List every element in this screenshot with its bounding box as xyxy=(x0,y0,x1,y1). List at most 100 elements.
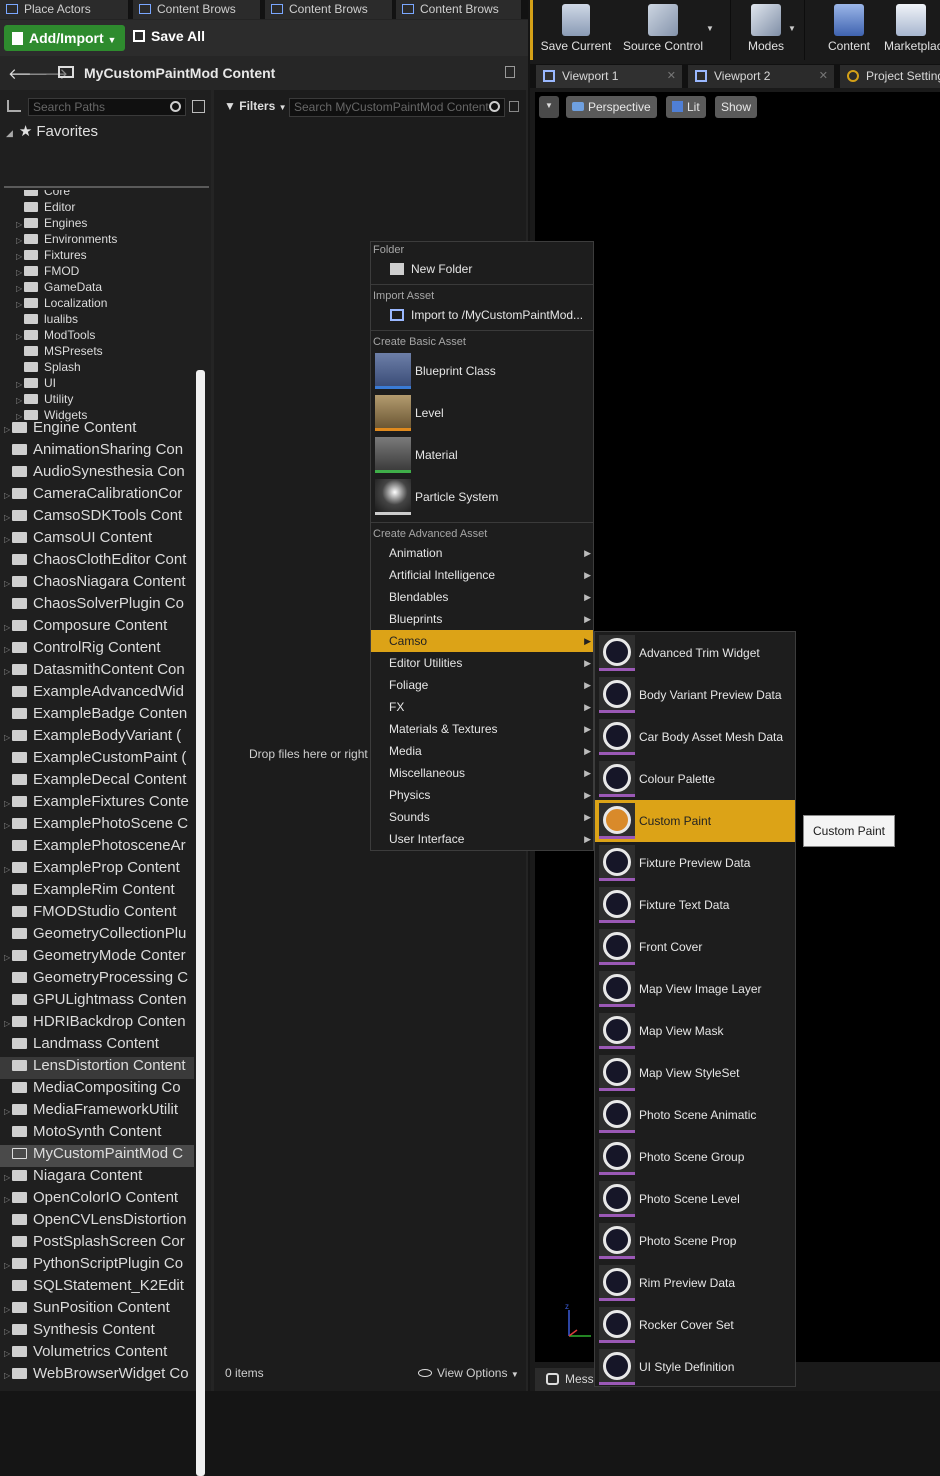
tab-viewport-1[interactable]: Viewport 1 ✕ xyxy=(536,65,682,88)
folder-item[interactable]: ▷ GeometryMode Conter xyxy=(0,947,194,969)
submenu-item-ui-style-definition[interactable]: UI Style Definition xyxy=(595,1346,795,1388)
lit-button[interactable]: Lit xyxy=(666,96,706,118)
folder-item[interactable]: ExampleDecal Content xyxy=(0,771,194,793)
folder-item[interactable]: ExampleBadge Conten xyxy=(0,705,194,727)
submenu-item-map-view-styleset[interactable]: Map View StyleSet xyxy=(595,1052,795,1094)
submenu-item-map-view-image-layer[interactable]: Map View Image Layer xyxy=(595,968,795,1010)
folder-item[interactable]: ▷ OpenColorIO Content xyxy=(0,1189,194,1211)
expand-arrow-icon[interactable]: ▷ xyxy=(16,268,24,277)
folder-item[interactable]: OpenCVLensDistortion xyxy=(0,1211,194,1233)
folder-item[interactable]: ▷ CameraCalibrationCor xyxy=(0,485,194,507)
expand-arrow-icon[interactable]: ▷ xyxy=(4,1107,12,1116)
submenu-item-rocker-cover-set[interactable]: Rocker Cover Set xyxy=(595,1304,795,1346)
folder-item[interactable]: ▷ ExampleProp Content xyxy=(0,859,194,881)
expand-arrow-icon[interactable]: ▷ xyxy=(4,1371,12,1380)
menu-item-user-interface[interactable]: User Interface ▶ xyxy=(371,828,593,850)
folder-item[interactable]: Landmass Content xyxy=(0,1035,194,1057)
expand-arrow-icon[interactable]: ▷ xyxy=(4,1305,12,1314)
folder-item[interactable]: ▷ ControlRig Content xyxy=(0,639,194,661)
folder-item[interactable]: ▷ ExampleBodyVariant ( xyxy=(0,727,194,749)
expand-arrow-icon[interactable]: ▷ xyxy=(4,1019,12,1028)
menu-item-import[interactable]: Import to /MyCustomPaintMod... xyxy=(371,305,593,325)
expand-arrow-icon[interactable]: ▷ xyxy=(4,535,12,544)
submenu-item-colour-palette[interactable]: Colour Palette xyxy=(595,758,795,800)
tab-content-browser-1[interactable]: Content Brows xyxy=(133,0,261,19)
folder-item[interactable]: ▷ PythonScriptPlugin Co xyxy=(0,1255,194,1277)
folder-item[interactable]: ▷ HDRIBackdrop Conten xyxy=(0,1013,194,1035)
submenu-item-advanced-trim-widget[interactable]: Advanced Trim Widget xyxy=(595,632,795,674)
folder-item[interactable]: ExamplePhotosceneAr xyxy=(0,837,194,859)
viewport-options-dropdown[interactable]: ▼ xyxy=(539,96,559,118)
expand-arrow-icon[interactable]: ▷ xyxy=(4,1195,12,1204)
chevron-down-icon[interactable]: ▼ xyxy=(706,24,714,33)
lock-icon[interactable] xyxy=(505,66,515,78)
menu-item-editor-utilities[interactable]: Editor Utilities ▶ xyxy=(371,652,593,674)
folder-item[interactable]: ▷ ChaosNiagara Content xyxy=(0,573,194,595)
folder-item[interactable]: ▷ Synthesis Content xyxy=(0,1321,194,1343)
tab-place-actors[interactable]: Place Actors xyxy=(0,0,129,19)
folder-item[interactable]: ExampleAdvancedWid xyxy=(0,683,194,705)
menu-item-new-folder[interactable]: New Folder xyxy=(371,259,593,279)
menu-item-foliage[interactable]: Foliage ▶ xyxy=(371,674,593,696)
menu-item-fx[interactable]: FX ▶ xyxy=(371,696,593,718)
menu-item-artificial-intelligence[interactable]: Artificial Intelligence ▶ xyxy=(371,564,593,586)
menu-item-physics[interactable]: Physics ▶ xyxy=(371,784,593,806)
expand-arrow-icon[interactable]: ▷ xyxy=(4,953,12,962)
tree-view-icon[interactable] xyxy=(7,100,21,112)
expand-arrow-icon[interactable]: ▷ xyxy=(4,623,12,632)
folder-item[interactable]: ▷ Localization xyxy=(0,296,200,312)
folder-item[interactable]: ▷ Engine Content xyxy=(0,419,194,441)
favorites-header[interactable]: ◢ ★ Favorites xyxy=(6,122,98,140)
menu-item-level[interactable]: Level xyxy=(371,393,593,433)
expand-arrow-icon[interactable]: ▷ xyxy=(4,1261,12,1270)
expand-arrow-icon[interactable]: ▷ xyxy=(4,579,12,588)
folder-item[interactable]: ▷ Utility xyxy=(0,392,200,408)
folder-item[interactable]: ▷ GameData xyxy=(0,280,200,296)
expand-arrow-icon[interactable]: ▷ xyxy=(4,733,12,742)
folder-item[interactable]: ▷ Niagara Content xyxy=(0,1167,194,1189)
tab-content-browser-2[interactable]: Content Brows xyxy=(265,0,393,19)
search-paths-input[interactable]: Search Paths xyxy=(28,98,186,116)
folder-item[interactable]: ▷ SunPosition Content xyxy=(0,1299,194,1321)
expand-arrow-icon[interactable]: ▷ xyxy=(16,252,24,261)
folder-item[interactable]: ▷ Volumetrics Content xyxy=(0,1343,194,1365)
expand-arrow-icon[interactable]: ▷ xyxy=(16,396,24,405)
submenu-item-car-body-asset-mesh-data[interactable]: Car Body Asset Mesh Data xyxy=(595,716,795,758)
expand-arrow-icon[interactable]: ▷ xyxy=(4,645,12,654)
folder-item[interactable]: MediaCompositing Co xyxy=(0,1079,194,1101)
expand-arrow-icon[interactable]: ▷ xyxy=(4,1173,12,1182)
expand-arrow-icon[interactable]: ▷ xyxy=(4,799,12,808)
folder-item[interactable]: AudioSynesthesia Con xyxy=(0,463,194,485)
folder-item[interactable]: ▷ Environments xyxy=(0,232,200,248)
tab-content-browser-3[interactable]: Content Brows xyxy=(396,0,522,19)
folder-item[interactable]: ChaosClothEditor Cont xyxy=(0,551,194,573)
menu-item-blendables[interactable]: Blendables ▶ xyxy=(371,586,593,608)
scrollbar[interactable] xyxy=(196,370,205,1476)
expand-arrow-icon[interactable]: ▷ xyxy=(4,513,12,522)
folder-item[interactable]: ▷ Fixtures xyxy=(0,248,200,264)
submenu-item-photo-scene-animatic[interactable]: Photo Scene Animatic xyxy=(595,1094,795,1136)
submenu-item-photo-scene-group[interactable]: Photo Scene Group xyxy=(595,1136,795,1178)
folder-item[interactable]: SQLStatement_K2Edit xyxy=(0,1277,194,1299)
menu-item-particle-system[interactable]: Particle System xyxy=(371,477,593,517)
submenu-item-fixture-preview-data[interactable]: Fixture Preview Data xyxy=(595,842,795,884)
folder-item[interactable]: FMODStudio Content xyxy=(0,903,194,925)
folder-item[interactable]: ExampleRim Content xyxy=(0,881,194,903)
show-button[interactable]: Show xyxy=(715,96,758,118)
folder-item[interactable]: ▷ CamsoUI Content xyxy=(0,529,194,551)
content-button[interactable]: Content xyxy=(820,0,878,60)
folder-item[interactable]: ▷ ExamplePhotoScene C xyxy=(0,815,194,837)
expand-arrow-icon[interactable]: ▷ xyxy=(16,284,24,293)
folder-item[interactable]: ▷ WebBrowserWidget Co xyxy=(0,1365,194,1387)
folder-item[interactable]: GPULightmass Conten xyxy=(0,991,194,1013)
folder-item[interactable]: ▷ Composure Content xyxy=(0,617,194,639)
folder-item[interactable]: ExampleCustomPaint ( xyxy=(0,749,194,771)
search-icon[interactable] xyxy=(170,101,181,112)
folder-item[interactable]: ▷ FMOD xyxy=(0,264,200,280)
menu-item-material[interactable]: Material xyxy=(371,435,593,475)
submenu-item-map-view-mask[interactable]: Map View Mask xyxy=(595,1010,795,1052)
expand-arrow-icon[interactable]: ▷ xyxy=(4,821,12,830)
breadcrumb[interactable]: MyCustomPaintMod Content xyxy=(84,65,275,81)
folder-item[interactable]: ▷ UI xyxy=(0,376,200,392)
perspective-button[interactable]: Perspective xyxy=(566,96,657,118)
